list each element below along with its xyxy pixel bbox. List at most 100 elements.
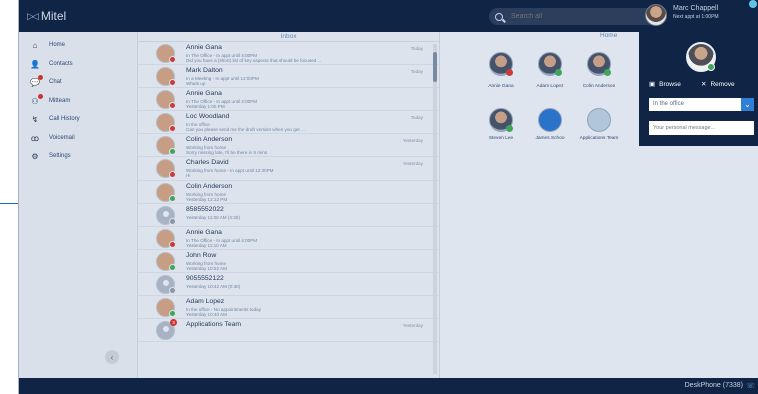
favorite-team[interactable]: Applications Team (573, 108, 625, 142)
search-icon (495, 12, 503, 21)
unread-badge (38, 75, 43, 80)
phone-icon: ☏ (746, 383, 755, 390)
presence-status (169, 56, 176, 63)
inbox-row[interactable]: Adam Lopez In the office - No appointment… (138, 296, 439, 320)
presence-status (169, 217, 176, 225)
sidebar-item-home[interactable]: ⌂ Home (29, 40, 65, 50)
inbox-row[interactable]: 9055552122 Yesterday 10:42 AM (0:30) (138, 273, 439, 297)
inbox-row[interactable]: Colin Anderson Working from home Yesterday… (138, 181, 439, 204)
contact-name: Adam Lopez (186, 298, 225, 306)
popup-avatar (686, 42, 716, 72)
unread-badge (38, 94, 43, 99)
status-select[interactable]: In the office (649, 98, 741, 111)
sidebar-item-label: Mitteam (49, 98, 71, 104)
call-history-icon: ↯ (31, 114, 39, 124)
contact-name: John Row (186, 251, 217, 259)
contact-name: Charles David (186, 159, 229, 167)
phone-icon (538, 108, 562, 132)
sidebar-item-chat[interactable]: 💬 Chat (29, 75, 62, 87)
favorite-label: Applications Team (579, 136, 619, 141)
inbox-row[interactable]: Colin Anderson Working from home Sorry mis… (138, 134, 439, 158)
sidebar-item-label: Chat (49, 79, 62, 85)
contact-name: Mark Dalton (186, 67, 223, 75)
contact-status-text: Yesterday 11:08 AM (4:30) (186, 214, 240, 220)
message-time: Today (410, 115, 423, 121)
favorite-label: Adam Lopez (536, 84, 564, 89)
inbox-row[interactable]: Annie Gana In The Office - In appt until … (138, 227, 439, 250)
contact-avatar (489, 52, 513, 76)
message-preview: Yesterday 10:52 AM (186, 265, 227, 271)
favorite-label: Colin Anderson (582, 84, 616, 89)
presence-status (169, 171, 176, 179)
contact-name: Annie Gana (186, 90, 222, 98)
app-name: Mitel (40, 9, 67, 23)
presence-status (169, 102, 176, 110)
sidebar-item-call-history[interactable]: ↯ Call History (29, 114, 80, 124)
chevron-down-icon[interactable]: ⌄ (741, 98, 754, 111)
message-preview: Whats up (186, 81, 206, 87)
favorite-contact[interactable] (475, 52, 527, 80)
collapse-sidebar-button[interactable]: ‹ (105, 350, 119, 364)
message-time: Today (410, 46, 423, 51)
my-name: Marc Chappell (673, 5, 719, 12)
inbox-row[interactable]: Annie Gana In The Office - In appt until … (138, 42, 439, 66)
my-status: Next appt at 1:00PM (673, 14, 719, 20)
browse-button[interactable]: ▣ Browse (649, 80, 681, 89)
inbox-row[interactable]: John Row Working from home Yesterday 10:52… (138, 250, 439, 273)
presence-status (506, 69, 513, 76)
message-time: Yesterday (402, 138, 423, 144)
settings-icon: ⚙ (31, 151, 39, 161)
my-avatar[interactable] (645, 4, 667, 26)
status-bar: DeskPhone (7338) ☏ (19, 378, 758, 394)
sidebar-item-contacts[interactable]: 👤 Contacts (29, 59, 73, 69)
inbox-scrollbar[interactable] (433, 44, 437, 374)
personal-message-input[interactable] (649, 121, 754, 135)
inbox-row[interactable]: Annie Gana In The Office - In appt until … (138, 88, 439, 112)
scrollbar-thumb[interactable] (433, 52, 437, 82)
presence-status (604, 69, 611, 76)
contact-name: Annie Gana (186, 228, 222, 236)
inbox-row[interactable]: Loc Woodland In the office Can you please … (138, 111, 439, 135)
sidebar-item-label: Call History (49, 116, 80, 122)
sidebar-item-mitteam[interactable]: ⚇ Mitteam (29, 94, 71, 106)
inbox-row[interactable]: 3 Applications Team Yesterday (138, 319, 439, 343)
message-preview: Sorry missing late, I'll be there in 5 m… (186, 150, 268, 156)
message-preview: Yesterday 12:12 PM (186, 196, 228, 202)
sidebar-item-label: Contacts (49, 61, 73, 67)
presence-status (169, 79, 176, 87)
sidebar-item-settings[interactable]: ⚙ Settings (29, 151, 70, 161)
search-box[interactable]: ✕ (489, 8, 659, 25)
favorite-contact[interactable]: Steven Lee (475, 108, 527, 142)
favorite-label: Steven Lee (488, 136, 514, 141)
app-logo: ▷◁ Mitel (27, 9, 66, 23)
search-input[interactable] (511, 13, 631, 20)
device-label[interactable]: DeskPhone (7338) (685, 382, 743, 389)
sidebar-item-voicemail[interactable]: ꝏ Voicemail (29, 133, 75, 143)
contact-name: 9055552122 (186, 274, 224, 282)
message-preview: Did you have a (short) list of key aspec… (186, 58, 322, 63)
inbox-row[interactable]: Mark Dalton In a Meeting - In appt until … (138, 65, 439, 89)
favorite-contact[interactable] (524, 52, 576, 80)
contact-avatar (538, 52, 562, 76)
chat-icon: 💬 (29, 75, 43, 87)
message-time: Today (410, 69, 423, 75)
contact-name: Applications Team (186, 321, 242, 329)
inbox-row[interactable]: 8585552022 Yesterday 11:08 AM (4:30) (138, 204, 439, 227)
favorite-contact[interactable] (573, 52, 625, 80)
presence-status (707, 63, 715, 71)
contact-status-text: Working from home - In appt until 12:30P… (186, 168, 274, 174)
close-icon: ✕ (701, 81, 707, 88)
message-preview: Can you please send me the draft version… (186, 127, 305, 133)
presence-status (169, 194, 176, 202)
contact-name: 8585552022 (186, 205, 224, 213)
message-preview: Yesterday 1:00 PM (186, 104, 225, 110)
favorite-phone[interactable]: James Schoo (524, 108, 576, 142)
inbox-row[interactable]: Charles David Working from home - In appt… (138, 157, 439, 181)
message-time: Yesterday (402, 323, 423, 329)
contact-name: Colin Anderson (186, 136, 233, 144)
voicemail-icon: ꝏ (30, 133, 40, 143)
presence-status (169, 240, 176, 248)
remove-button[interactable]: ✕ Remove (701, 80, 735, 89)
favorite-popup: ▣ Browse ✕ Remove In the office ⌄ (639, 32, 758, 146)
edge-divider (0, 203, 18, 204)
